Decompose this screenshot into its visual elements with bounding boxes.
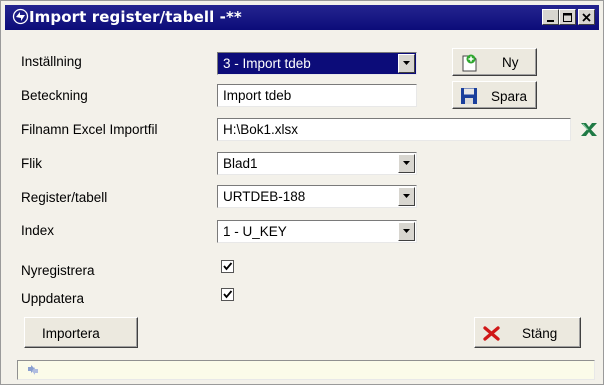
uppdatera-label: Uppdatera [21, 291, 85, 306]
index-select[interactable]: 1 - U_KEY [217, 220, 417, 243]
app-icon [12, 8, 29, 25]
import-window: Import register/tabell -** Inställning 3… [0, 0, 604, 385]
status-bar [17, 360, 595, 380]
close-icon[interactable] [578, 9, 595, 25]
close-x-icon [483, 326, 500, 341]
filnamn-field[interactable]: H:\Bok1.xlsx [217, 118, 571, 141]
title-bar[interactable]: Import register/tabell -** [5, 5, 599, 30]
save-icon [461, 88, 477, 104]
nyregistrera-label: Nyregistrera [21, 263, 95, 278]
maximize-icon[interactable] [559, 9, 576, 25]
spara-label: Spara [491, 89, 528, 104]
installning-label: Inställning [21, 54, 82, 69]
spara-button[interactable]: Spara [452, 81, 537, 109]
installning-value: 3 - Import tdeb [223, 56, 311, 71]
chevron-down-icon[interactable] [398, 187, 415, 206]
filnamn-value: H:\Bok1.xlsx [223, 122, 299, 137]
new-document-icon [462, 54, 477, 72]
stang-button[interactable]: Stäng [474, 317, 581, 348]
flik-select[interactable]: Blad1 [217, 152, 417, 175]
register-value: URTDEB-188 [223, 189, 306, 204]
nyregistrera-checkbox[interactable] [221, 260, 234, 273]
chevron-down-icon[interactable] [398, 154, 415, 173]
beteckning-field[interactable]: Import tdeb [217, 84, 417, 107]
excel-icon[interactable] [580, 122, 598, 137]
register-label: Register/tabell [21, 190, 108, 205]
status-icon [28, 365, 38, 375]
ny-label: Ny [502, 55, 519, 70]
importera-label: Importera [42, 326, 100, 341]
stang-label: Stäng [522, 326, 558, 341]
flik-label: Flik [21, 156, 42, 171]
uppdatera-checkbox[interactable] [221, 288, 234, 301]
ny-button[interactable]: Ny [452, 48, 537, 76]
index-value: 1 - U_KEY [223, 224, 287, 239]
minimize-icon[interactable] [542, 9, 559, 25]
chevron-down-icon[interactable] [398, 222, 415, 241]
chevron-down-icon[interactable] [398, 54, 415, 73]
beteckning-label: Beteckning [21, 88, 88, 103]
index-label: Index [21, 223, 55, 238]
register-select[interactable]: URTDEB-188 [217, 185, 417, 208]
importera-button[interactable]: Importera [24, 317, 138, 348]
window-title: Import register/tabell -** [29, 8, 242, 26]
flik-value: Blad1 [223, 156, 258, 171]
filnamn-label: Filnamn Excel Importfil [21, 122, 158, 137]
checkmark-icon [223, 262, 233, 271]
installning-select[interactable]: 3 - Import tdeb [217, 52, 417, 75]
beteckning-value: Import tdeb [223, 88, 292, 103]
checkmark-icon [223, 290, 233, 299]
